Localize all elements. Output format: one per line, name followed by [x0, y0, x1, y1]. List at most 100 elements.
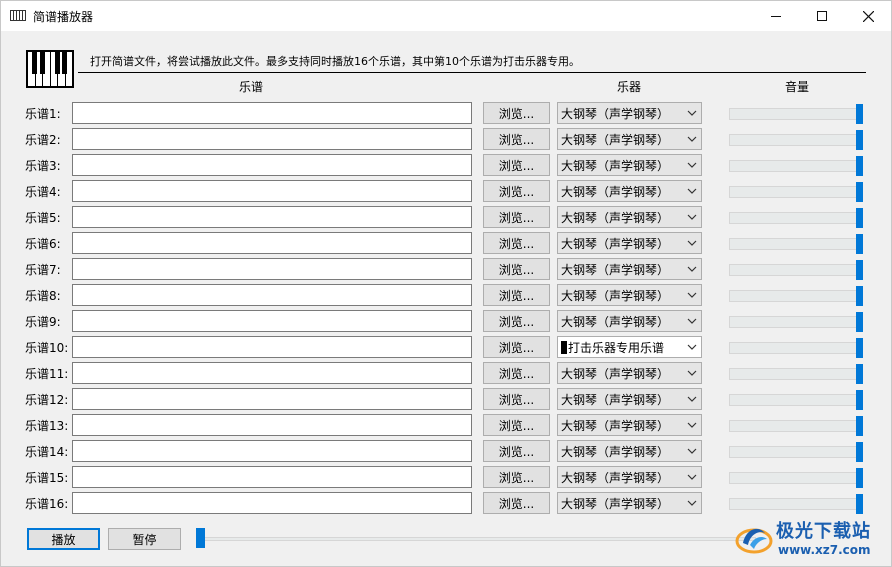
volume-thumb[interactable]: [856, 364, 863, 384]
instrument-select[interactable]: 大钢琴（声学钢琴）: [557, 310, 702, 332]
score-file-input[interactable]: [72, 128, 472, 150]
volume-groove: [729, 186, 863, 198]
play-button[interactable]: 播放: [27, 528, 100, 550]
browse-button[interactable]: 浏览...: [483, 466, 550, 488]
browse-button[interactable]: 浏览...: [483, 414, 550, 436]
instrument-select[interactable]: 大钢琴（声学钢琴）: [557, 414, 702, 436]
minimize-button[interactable]: [753, 1, 799, 31]
volume-thumb[interactable]: [856, 130, 863, 150]
instrument-select[interactable]: 大钢琴（声学钢琴）: [557, 492, 702, 514]
score-file-input[interactable]: [72, 310, 472, 332]
volume-slider[interactable]: [729, 286, 863, 306]
instrument-select[interactable]: 大钢琴（声学钢琴）: [557, 466, 702, 488]
volume-slider[interactable]: [729, 260, 863, 280]
track-row: 乐谱7: 浏览... 大钢琴（声学钢琴）: [1, 258, 891, 280]
volume-slider[interactable]: [729, 130, 863, 150]
volume-slider[interactable]: [729, 390, 863, 410]
volume-thumb[interactable]: [856, 494, 863, 514]
volume-thumb[interactable]: [856, 234, 863, 254]
instrument-select[interactable]: 大钢琴（声学钢琴）: [557, 440, 702, 462]
score-file-input[interactable]: [72, 336, 472, 358]
browse-button[interactable]: 浏览...: [483, 206, 550, 228]
browse-button[interactable]: 浏览...: [483, 180, 550, 202]
volume-thumb[interactable]: [856, 338, 863, 358]
browse-button[interactable]: 浏览...: [483, 284, 550, 306]
score-file-input[interactable]: [72, 284, 472, 306]
score-file-input[interactable]: [72, 206, 472, 228]
instrument-select[interactable]: 大钢琴（声学钢琴）: [557, 180, 702, 202]
volume-slider[interactable]: [729, 442, 863, 462]
volume-thumb[interactable]: [856, 208, 863, 228]
instrument-select[interactable]: 大钢琴（声学钢琴）: [557, 102, 702, 124]
score-file-input[interactable]: [72, 102, 472, 124]
instrument-select[interactable]: 大钢琴（声学钢琴）: [557, 232, 702, 254]
browse-button[interactable]: 浏览...: [483, 362, 550, 384]
volume-thumb[interactable]: [856, 312, 863, 332]
score-file-input[interactable]: [72, 466, 472, 488]
volume-groove: [729, 446, 863, 458]
pause-button[interactable]: 暂停: [108, 528, 181, 550]
volume-thumb[interactable]: [856, 104, 863, 124]
instrument-select[interactable]: 大钢琴（声学钢琴）: [557, 154, 702, 176]
volume-thumb[interactable]: [856, 156, 863, 176]
volume-thumb[interactable]: [856, 286, 863, 306]
score-file-input[interactable]: [72, 414, 472, 436]
volume-slider[interactable]: [729, 208, 863, 228]
score-file-input[interactable]: [72, 154, 472, 176]
track-row: 乐谱9: 浏览... 大钢琴（声学钢琴）: [1, 310, 891, 332]
instrument-select[interactable]: 大钢琴（声学钢琴）: [557, 362, 702, 384]
browse-button[interactable]: 浏览...: [483, 310, 550, 332]
browse-button[interactable]: 浏览...: [483, 388, 550, 410]
volume-slider[interactable]: [729, 468, 863, 488]
progress-thumb[interactable]: [196, 528, 205, 548]
volume-slider[interactable]: [729, 234, 863, 254]
score-file-input[interactable]: [72, 258, 472, 280]
instrument-select[interactable]: 大钢琴（声学钢琴）: [557, 128, 702, 150]
volume-slider[interactable]: [729, 338, 863, 358]
instrument-select-value: 大钢琴（声学钢琴）: [561, 288, 670, 303]
browse-button[interactable]: 浏览...: [483, 440, 550, 462]
volume-slider[interactable]: [729, 494, 863, 514]
browse-button[interactable]: 浏览...: [483, 336, 550, 358]
watermark: 极光下载站 www.xz7.com: [734, 515, 884, 563]
instrument-select[interactable]: 大钢琴（声学钢琴）: [557, 206, 702, 228]
volume-slider[interactable]: [729, 182, 863, 202]
volume-thumb[interactable]: [856, 182, 863, 202]
instrument-select-value: 大钢琴（声学钢琴）: [561, 470, 670, 485]
score-file-input[interactable]: [72, 388, 472, 410]
volume-slider[interactable]: [729, 104, 863, 124]
score-file-input[interactable]: [72, 180, 472, 202]
chevron-down-icon: [687, 292, 697, 298]
volume-groove: [729, 342, 863, 354]
track-label: 乐谱14:: [25, 445, 69, 459]
instrument-select[interactable]: 打击乐器专用乐谱: [557, 336, 702, 358]
score-file-input[interactable]: [72, 232, 472, 254]
browse-button[interactable]: 浏览...: [483, 128, 550, 150]
browse-button[interactable]: 浏览...: [483, 232, 550, 254]
instrument-select[interactable]: 大钢琴（声学钢琴）: [557, 284, 702, 306]
volume-slider[interactable]: [729, 416, 863, 436]
browse-button[interactable]: 浏览...: [483, 492, 550, 514]
score-file-input[interactable]: [72, 362, 472, 384]
browse-button[interactable]: 浏览...: [483, 154, 550, 176]
track-label: 乐谱16:: [25, 497, 69, 511]
volume-thumb[interactable]: [856, 468, 863, 488]
volume-thumb[interactable]: [856, 390, 863, 410]
score-file-input[interactable]: [72, 440, 472, 462]
volume-thumb[interactable]: [856, 260, 863, 280]
score-file-input[interactable]: [72, 492, 472, 514]
playback-progress-slider[interactable]: [196, 528, 756, 548]
volume-thumb[interactable]: [856, 416, 863, 436]
track-row: 乐谱12: 浏览... 大钢琴（声学钢琴）: [1, 388, 891, 410]
close-button[interactable]: [845, 1, 891, 31]
volume-slider[interactable]: [729, 364, 863, 384]
browse-button[interactable]: 浏览...: [483, 102, 550, 124]
instrument-select[interactable]: 大钢琴（声学钢琴）: [557, 388, 702, 410]
volume-slider[interactable]: [729, 312, 863, 332]
maximize-button[interactable]: [799, 1, 845, 31]
volume-slider[interactable]: [729, 156, 863, 176]
volume-thumb[interactable]: [856, 442, 863, 462]
chevron-down-icon: [687, 370, 697, 376]
instrument-select[interactable]: 大钢琴（声学钢琴）: [557, 258, 702, 280]
browse-button[interactable]: 浏览...: [483, 258, 550, 280]
